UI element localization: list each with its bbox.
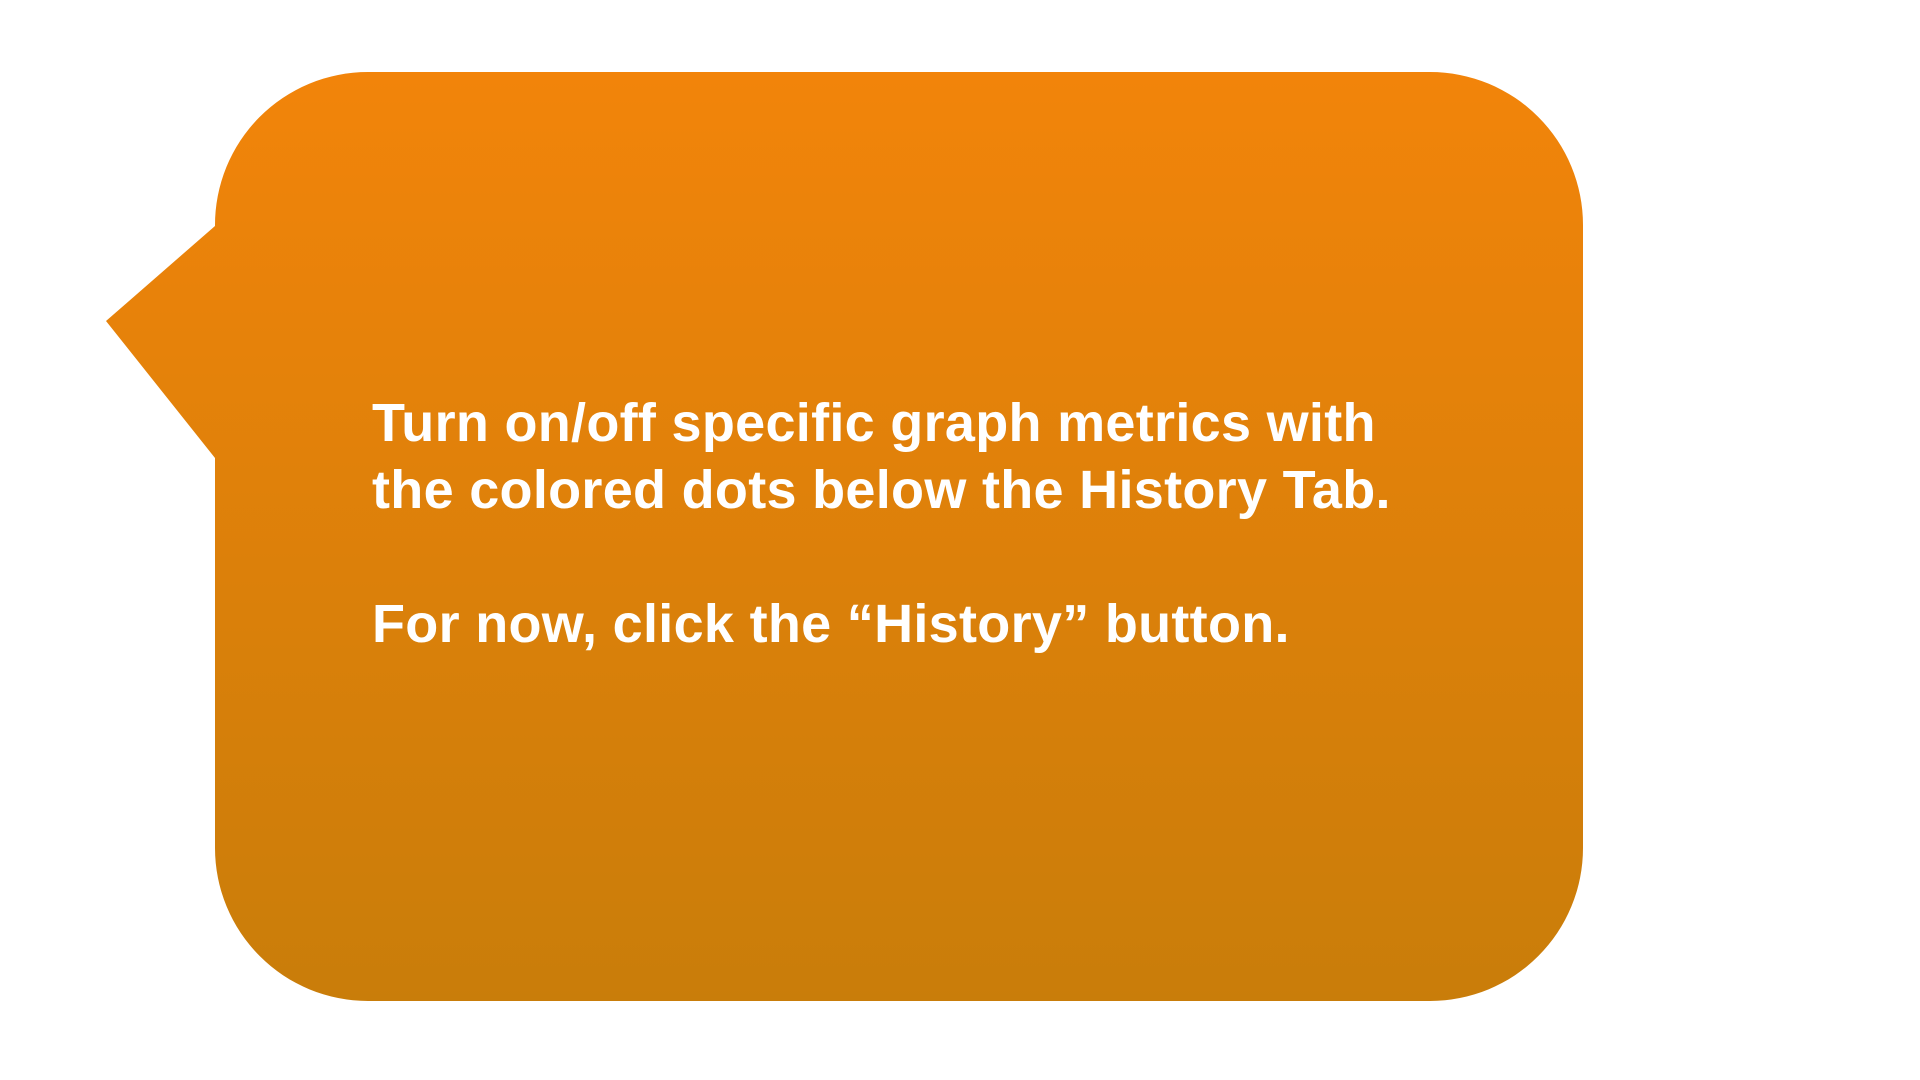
tooltip-spacer: [372, 524, 1472, 591]
tooltip-line-2: the colored dots below the History Tab.: [372, 460, 1391, 520]
tutorial-overlay: Turn on/off specific graph metrics with …: [0, 0, 1920, 1080]
tooltip-instruction: For now, click the “History” button.: [372, 594, 1290, 654]
tooltip-line-1: Turn on/off specific graph metrics with: [372, 393, 1376, 453]
tooltip-message: Turn on/off specific graph metrics with …: [372, 390, 1472, 658]
